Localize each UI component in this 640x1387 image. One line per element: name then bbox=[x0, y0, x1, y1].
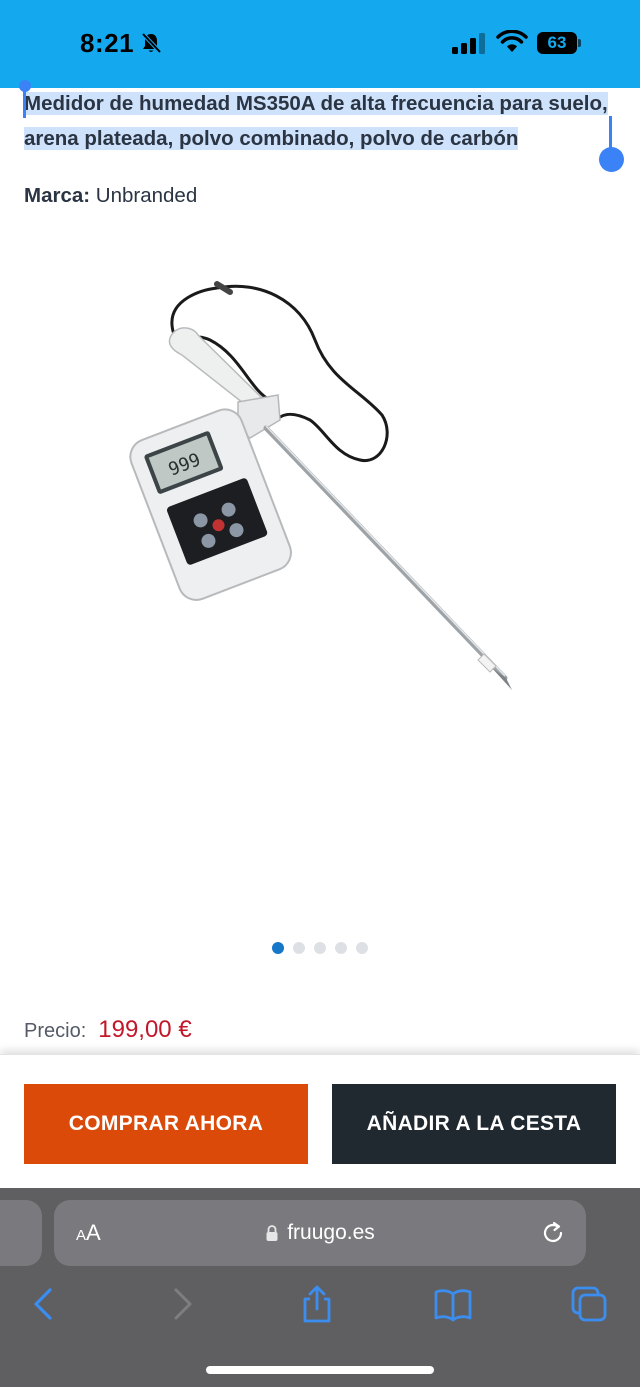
status-bar: 8:21 63 bbox=[0, 0, 640, 88]
carousel-dot[interactable] bbox=[356, 942, 368, 954]
brand-value: Unbranded bbox=[95, 184, 198, 207]
browser-toolbar: AA fruugo.es bbox=[0, 1188, 640, 1387]
price-row: Precio: 199,00 € bbox=[24, 1016, 192, 1044]
carousel-dot[interactable] bbox=[314, 942, 326, 954]
home-indicator[interactable] bbox=[206, 1366, 434, 1374]
carousel-dot[interactable] bbox=[335, 942, 347, 954]
price-value: 199,00 € bbox=[98, 1016, 192, 1043]
product-image[interactable]: 999 bbox=[120, 270, 540, 710]
url-display[interactable]: fruugo.es bbox=[54, 1200, 586, 1266]
brand-line: Marca: Unbranded bbox=[24, 184, 197, 208]
back-icon[interactable] bbox=[24, 1284, 64, 1324]
forward-icon[interactable] bbox=[162, 1284, 202, 1324]
selected-text[interactable]: Medidor de humedad MS350A de alta frecue… bbox=[24, 92, 608, 150]
buy-now-button[interactable]: COMPRAR AHORA bbox=[24, 1084, 308, 1164]
status-time: 8:21 bbox=[80, 28, 135, 58]
battery-icon: 63 bbox=[537, 32, 581, 54]
selection-start-caret bbox=[23, 90, 26, 118]
selection-end-handle[interactable] bbox=[599, 147, 624, 172]
brand-label: Marca: bbox=[24, 184, 91, 207]
price-label: Precio: bbox=[24, 1020, 87, 1042]
bookmarks-icon[interactable] bbox=[433, 1284, 473, 1324]
product-title[interactable]: Medidor de humedad MS350A de alta frecue… bbox=[24, 86, 616, 156]
lock-icon bbox=[266, 1225, 278, 1241]
share-icon[interactable] bbox=[297, 1284, 337, 1324]
previous-tab-preview[interactable] bbox=[0, 1200, 42, 1266]
signal-icon bbox=[452, 33, 485, 54]
add-to-cart-button[interactable]: AÑADIR A LA CESTA bbox=[332, 1084, 616, 1164]
battery-level: 63 bbox=[547, 33, 567, 52]
tabs-icon[interactable] bbox=[569, 1284, 609, 1324]
purchase-action-bar: COMPRAR AHORA AÑADIR A LA CESTA bbox=[0, 1054, 640, 1188]
carousel-dot[interactable] bbox=[272, 942, 284, 954]
address-bar[interactable]: AA fruugo.es bbox=[54, 1200, 586, 1266]
product-title-container: Medidor de humedad MS350A de alta frecue… bbox=[24, 86, 616, 156]
url-text: fruugo.es bbox=[287, 1221, 375, 1244]
carousel-dot[interactable] bbox=[293, 942, 305, 954]
image-carousel-dots bbox=[272, 942, 368, 954]
wifi-icon bbox=[496, 30, 528, 52]
bell-muted-icon bbox=[141, 32, 162, 54]
reload-icon[interactable] bbox=[540, 1220, 566, 1246]
